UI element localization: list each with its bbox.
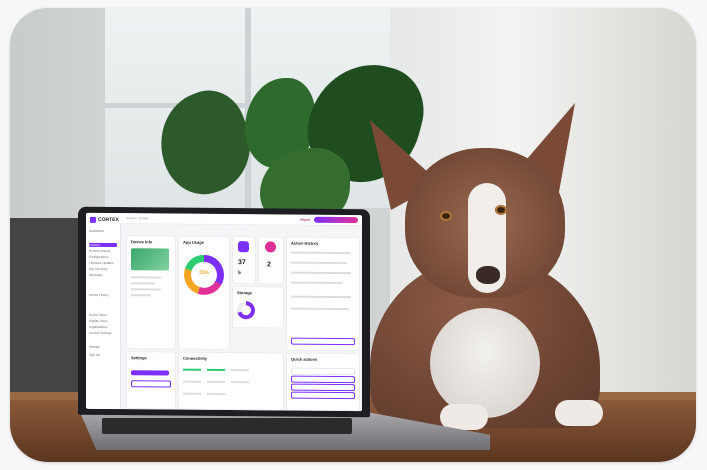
connectivity-card: Connectivity bbox=[178, 351, 284, 411]
photo-frame: CORTEX Dashboard Devices Remote Actions … bbox=[10, 8, 696, 462]
dog-paw bbox=[555, 400, 603, 426]
sidebar-item-activity[interactable]: Activity History bbox=[89, 293, 117, 297]
card-title: Action History bbox=[291, 240, 319, 246]
sidebar-item-orgs[interactable]: Organizations bbox=[89, 325, 117, 329]
sidebar-item-firmware[interactable]: Firmware Updates bbox=[89, 261, 117, 265]
quick-action-item[interactable] bbox=[291, 375, 355, 384]
sidebar-item-devices[interactable]: Devices bbox=[89, 242, 117, 248]
storage-card: Storage bbox=[232, 286, 284, 329]
quick-actions-card: Quick actions bbox=[286, 352, 360, 412]
laptop-keyboard bbox=[102, 418, 352, 434]
app-usage-card: App Usage 33% bbox=[178, 235, 230, 351]
sidebar-item-config[interactable]: Configurations bbox=[89, 255, 117, 259]
sidebar-item-dashboard[interactable]: Dashboard bbox=[89, 229, 117, 233]
secondary-settings-button[interactable] bbox=[131, 380, 171, 388]
counter-card: 2 bbox=[258, 236, 284, 285]
view-all-button[interactable] bbox=[291, 337, 355, 346]
dog-nose bbox=[476, 266, 500, 284]
brand-name: CORTEX bbox=[98, 216, 119, 224]
sidebar-item-messages[interactable]: Messages bbox=[89, 273, 117, 277]
usage-percent: 33% bbox=[198, 269, 209, 276]
sidebar: CORTEX Dashboard Devices Remote Actions … bbox=[86, 212, 121, 410]
dog-paw bbox=[440, 404, 488, 430]
quick-action-item[interactable] bbox=[291, 383, 355, 392]
dog-eye bbox=[495, 205, 507, 215]
counter-value: 5 bbox=[238, 270, 241, 277]
primary-settings-button[interactable] bbox=[131, 370, 169, 376]
sidebar-item-account[interactable]: Account Settings bbox=[89, 331, 117, 335]
quick-action-item[interactable] bbox=[291, 367, 355, 376]
sidebar-item-signout[interactable]: Sign out bbox=[89, 353, 117, 357]
card-title: App Usage bbox=[183, 239, 204, 245]
sidebar-item-display-users[interactable]: Display Users bbox=[89, 319, 117, 323]
card-title: Settings bbox=[131, 355, 147, 361]
settings-card: Settings bbox=[126, 351, 176, 410]
app-usage-donut: 33% bbox=[184, 254, 224, 295]
device-image bbox=[131, 248, 169, 271]
counter-value: 2 bbox=[267, 261, 271, 269]
card-title: Quick actions bbox=[291, 356, 318, 362]
storage-donut bbox=[237, 301, 255, 320]
card-title: Storage bbox=[237, 290, 252, 296]
laptop-screen: CORTEX Dashboard Devices Remote Actions … bbox=[86, 212, 362, 412]
counter-card: 37 5 bbox=[232, 236, 256, 285]
sidebar-item-remote[interactable]: Remote Actions bbox=[89, 249, 117, 253]
card-title: Connectivity bbox=[183, 355, 208, 361]
top-bar: Devices / Details Report bbox=[120, 213, 362, 227]
dog-eye bbox=[440, 211, 452, 221]
laptop: CORTEX Dashboard Devices Remote Actions … bbox=[78, 206, 370, 418]
breadcrumb: Devices / Details bbox=[126, 216, 149, 221]
user-menu[interactable] bbox=[314, 216, 358, 224]
card-title: Device Info bbox=[131, 239, 153, 245]
counter-value: 37 bbox=[238, 259, 246, 267]
sidebar-item-settings[interactable]: Settings bbox=[89, 345, 117, 349]
sidebar-item-device-users[interactable]: Device Users bbox=[89, 313, 117, 317]
brand-logo: CORTEX bbox=[90, 216, 119, 224]
quick-action-item[interactable] bbox=[291, 391, 355, 400]
action-history-card: Action History bbox=[286, 236, 360, 352]
sidebar-item-apps[interactable]: App Inventory bbox=[89, 267, 117, 271]
device-info-card: Device Info bbox=[126, 235, 176, 350]
report-tag[interactable]: Report bbox=[300, 218, 310, 222]
